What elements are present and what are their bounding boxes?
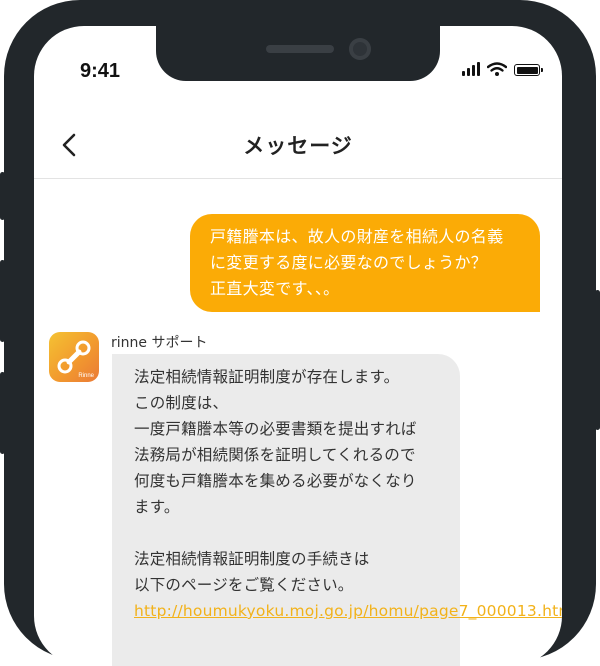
phone-screen: 9:41 メッセージ 戸籍謄本は、故人の財産を相続人の名義 に変更する度に必要な…: [34, 26, 562, 666]
page-title: メッセージ: [243, 134, 353, 158]
message-line: ます。: [134, 498, 180, 516]
avatar-brand-text: Rinne: [78, 373, 94, 379]
side-button-volume-down: [0, 372, 5, 454]
procedure-link[interactable]: http://houmukyoku.moj.go.jp/homu/page7_0…: [134, 598, 562, 624]
speaker-grille: [266, 45, 334, 53]
message-line: 戸籍謄本は、故人の財産を相続人の名義: [210, 227, 504, 246]
signal-icon: [462, 62, 480, 76]
message-line: 一度戸籍謄本等の必要書類を提出すれば: [134, 420, 417, 438]
message-line: 以下のページをご覧ください。: [134, 576, 354, 594]
status-time: 9:41: [80, 60, 121, 82]
status-icons: [462, 62, 543, 76]
message-line: に変更する度に必要なのでしょうか？: [210, 253, 488, 272]
side-button-mute: [0, 172, 5, 220]
wifi-icon: [487, 62, 507, 76]
message-line: 法務局が相続関係を証明してくれるので: [134, 446, 416, 464]
outgoing-message-bubble: 戸籍謄本は、故人の財産を相続人の名義 に変更する度に必要なのでしょうか？ 正直大…: [190, 214, 540, 312]
front-camera-icon: [349, 38, 371, 60]
avatar: Rinne: [49, 332, 99, 382]
message-line: 法定相続情報証明制度の手続きは: [134, 550, 370, 568]
message-line: 正直大変です、、。: [210, 279, 340, 298]
message-line: 法定相続情報証明制度が存在します。: [134, 368, 400, 386]
side-button-power: [595, 290, 600, 430]
header-bar: メッセージ: [34, 116, 562, 179]
message-line: この制度は、: [134, 394, 229, 412]
notch: [156, 26, 440, 81]
battery-icon: [514, 64, 543, 76]
incoming-message-bubble: 法定相続情報証明制度が存在します。 この制度は、 一度戸籍謄本等の必要書類を提出…: [112, 354, 562, 666]
sender-name: rinne サポート: [111, 335, 208, 351]
side-button-volume-up: [0, 260, 5, 342]
message-line: 何度も戸籍謄本を集める必要がなくなり: [134, 472, 417, 490]
